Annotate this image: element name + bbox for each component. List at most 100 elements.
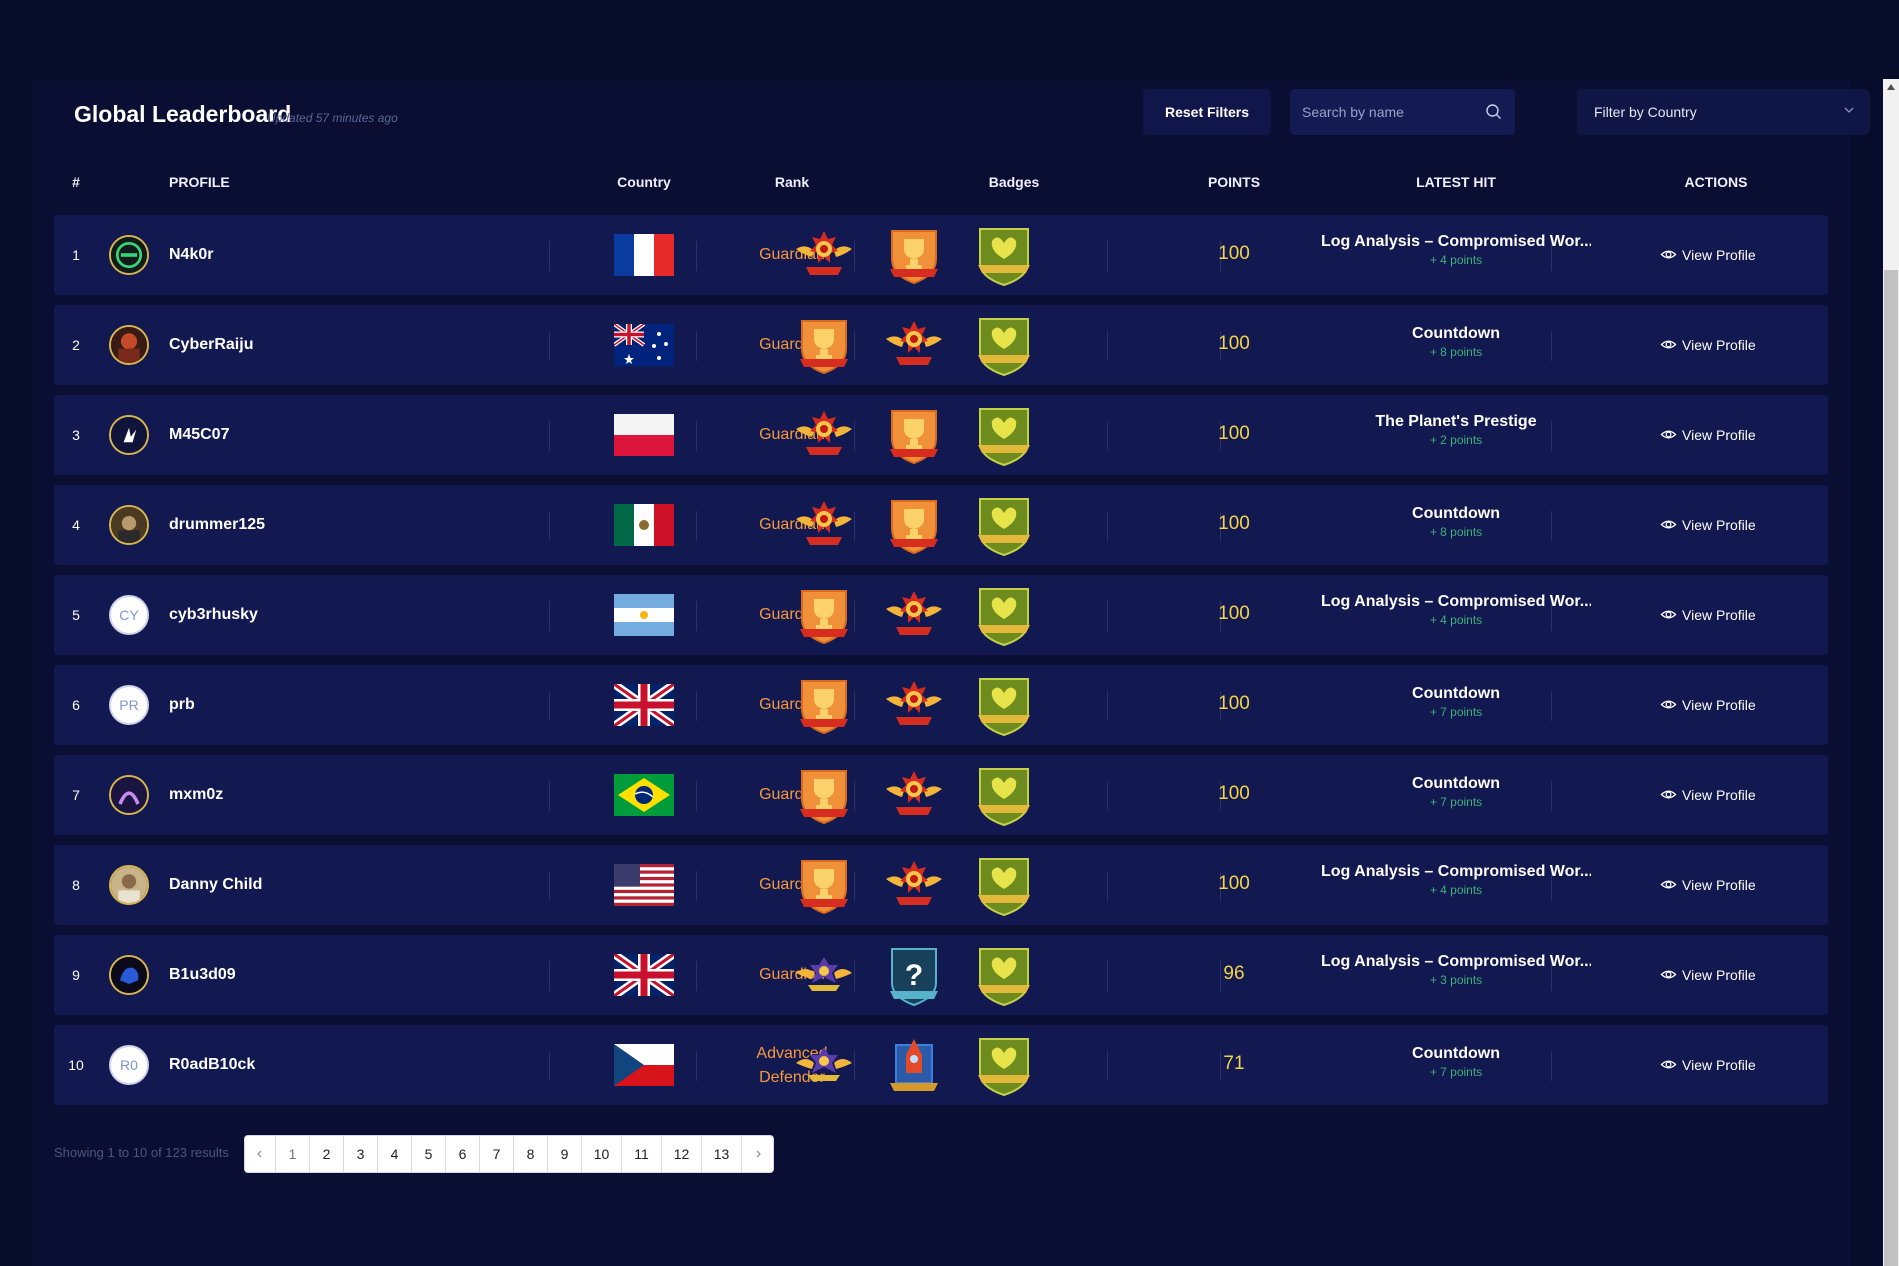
profile-name[interactable]: B1u3d09 <box>169 966 236 984</box>
column-divider <box>1107 961 1108 991</box>
latest-hit-title: Log Analysis – Compromised Wor... <box>1321 233 1591 250</box>
pagination-prev-button[interactable] <box>244 1135 276 1173</box>
badge-trophy-icon[interactable] <box>792 853 856 917</box>
latest-hit-title: Log Analysis – Compromised Wor... <box>1321 863 1591 880</box>
avatar[interactable]: CY <box>109 595 149 635</box>
pagination-page-8[interactable]: 8 <box>513 1135 548 1173</box>
column-divider <box>549 871 550 901</box>
profile-name[interactable]: N4k0r <box>169 246 213 264</box>
column-header-actions: ACTIONS <box>1684 174 1748 190</box>
badge-shield-icon[interactable] <box>972 583 1036 647</box>
pagination-page-11[interactable]: 11 <box>621 1135 662 1173</box>
badge-rocket-icon[interactable] <box>882 1033 946 1097</box>
profile-name[interactable]: Danny Child <box>169 876 262 894</box>
badge-trophy-icon[interactable] <box>792 763 856 827</box>
eye-icon <box>1660 790 1677 799</box>
badge-trophy-icon[interactable] <box>882 403 946 467</box>
profile-name[interactable]: CyberRaiju <box>169 336 253 354</box>
pagination-page-5[interactable]: 5 <box>411 1135 446 1173</box>
profile-name[interactable]: M45C07 <box>169 426 229 444</box>
column-divider <box>1107 421 1108 451</box>
badge-trophy-icon[interactable] <box>882 493 946 557</box>
badge-shield-icon[interactable] <box>972 853 1036 917</box>
pagination-page-2[interactable]: 2 <box>309 1135 344 1173</box>
profile-name[interactable]: cyb3rhusky <box>169 606 258 624</box>
scrollbar-thumb[interactable] <box>1884 270 1898 1266</box>
badge-wings-icon[interactable] <box>882 673 946 737</box>
pagination-next-button[interactable] <box>741 1135 774 1173</box>
badge-shield-icon[interactable] <box>972 943 1036 1007</box>
view-profile-button[interactable]: View Profile <box>1660 246 1756 263</box>
view-profile-button[interactable]: View Profile <box>1660 966 1756 983</box>
badge-trophy-icon[interactable] <box>792 583 856 647</box>
view-profile-button[interactable]: View Profile <box>1660 426 1756 443</box>
badge-shield-icon[interactable] <box>972 223 1036 287</box>
view-profile-button[interactable]: View Profile <box>1660 786 1756 803</box>
profile-name[interactable]: R0adB10ck <box>169 1056 255 1074</box>
view-profile-label: View Profile <box>1682 1056 1756 1073</box>
pagination-page-6[interactable]: 6 <box>445 1135 480 1173</box>
pagination-page-12[interactable]: 12 <box>661 1135 702 1173</box>
badge-trophy-icon[interactable] <box>882 223 946 287</box>
country-flag-ar <box>614 594 674 636</box>
view-profile-button[interactable]: View Profile <box>1660 606 1756 623</box>
badge-wings-icon[interactable] <box>792 403 856 467</box>
avatar-initials: R0 <box>120 1057 138 1073</box>
pagination-page-3[interactable]: 3 <box>343 1135 378 1173</box>
avatar[interactable] <box>109 865 149 905</box>
badge-shield-icon[interactable] <box>972 1033 1036 1097</box>
view-profile-button[interactable]: View Profile <box>1660 516 1756 533</box>
profile-name[interactable]: mxm0z <box>169 786 223 804</box>
avatar[interactable] <box>109 955 149 995</box>
avatar[interactable] <box>109 235 149 275</box>
profile-name[interactable]: prb <box>169 696 195 714</box>
column-divider <box>696 691 697 721</box>
latest-hit: Countdown + 7 points <box>1321 685 1591 719</box>
pagination-page-10[interactable]: 10 <box>581 1135 622 1173</box>
badge-wings-icon[interactable] <box>792 223 856 287</box>
badge-shield-icon[interactable] <box>972 403 1036 467</box>
country-filter-select[interactable]: Filter by Country <box>1577 89 1870 135</box>
pagination-page-9[interactable]: 9 <box>547 1135 582 1173</box>
view-profile-button[interactable]: View Profile <box>1660 1056 1756 1073</box>
avatar[interactable]: R0 <box>109 1045 149 1085</box>
avatar[interactable] <box>109 325 149 365</box>
search-input[interactable] <box>1302 89 1482 135</box>
badge-wings-icon[interactable] <box>792 493 856 557</box>
avatar[interactable]: PR <box>109 685 149 725</box>
profile-name[interactable]: drummer125 <box>169 516 265 534</box>
badge-trophy-icon[interactable] <box>792 313 856 377</box>
badge-wings-icon[interactable] <box>882 853 946 917</box>
pagination-page-13[interactable]: 13 <box>701 1135 742 1173</box>
badge-shield-icon[interactable] <box>972 763 1036 827</box>
pagination-page-1[interactable]: 1 <box>275 1135 310 1173</box>
badge-trophy-icon[interactable] <box>792 673 856 737</box>
badge-purple-wings-icon[interactable] <box>792 1033 856 1097</box>
badge-wings-icon[interactable] <box>882 583 946 647</box>
view-profile-button[interactable]: View Profile <box>1660 876 1756 893</box>
rank-number: 1 <box>72 247 80 263</box>
view-profile-button[interactable]: View Profile <box>1660 696 1756 713</box>
badge-shield-icon[interactable] <box>972 673 1036 737</box>
badge-mystery-icon[interactable]: ? <box>882 943 946 1007</box>
view-profile-button[interactable]: View Profile <box>1660 336 1756 353</box>
latest-hit-title: Countdown <box>1412 505 1500 522</box>
badge-wings-icon[interactable] <box>882 763 946 827</box>
pagination-page-4[interactable]: 4 <box>377 1135 412 1173</box>
table-row: 6 PR prb Guardian 100 Countdown + 7 points V… <box>54 665 1828 745</box>
search-icon[interactable] <box>1485 103 1503 121</box>
badge-shield-icon[interactable] <box>972 313 1036 377</box>
latest-hit: Countdown + 8 points <box>1321 505 1591 539</box>
avatar[interactable] <box>109 775 149 815</box>
pagination-page-7[interactable]: 7 <box>479 1135 514 1173</box>
avatar[interactable] <box>109 415 149 455</box>
badge-purple-wings-icon[interactable] <box>792 943 856 1007</box>
badge-wings-icon[interactable] <box>882 313 946 377</box>
reset-filters-button[interactable]: Reset Filters <box>1143 89 1271 135</box>
column-header-badges: Badges <box>988 174 1040 190</box>
badge-shield-icon[interactable] <box>972 493 1036 557</box>
avatar[interactable] <box>109 505 149 545</box>
points-value: 100 <box>1218 783 1250 804</box>
column-divider <box>696 511 697 541</box>
scroll-up-arrow-icon[interactable] <box>1886 82 1896 92</box>
